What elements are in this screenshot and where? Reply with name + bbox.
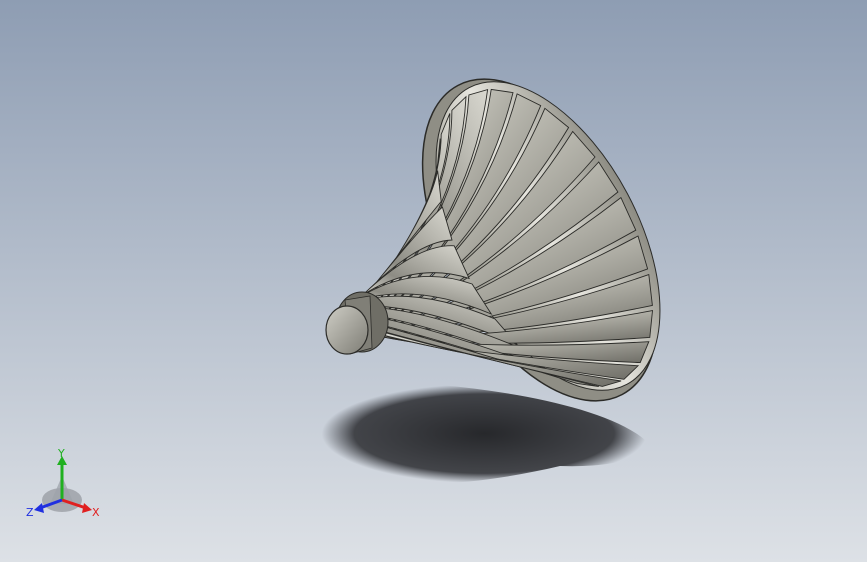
- z-axis-label: Z: [26, 506, 34, 519]
- y-axis-label: Y: [57, 448, 65, 460]
- z-axis-arrowhead: [34, 503, 44, 513]
- x-axis-label: X: [92, 506, 100, 519]
- impeller-hub: [325, 291, 389, 355]
- orientation-triad: Y X Z: [26, 448, 100, 519]
- impeller-model[interactable]: [0, 0, 867, 562]
- x-axis-arrowhead: [82, 503, 92, 513]
- graphics-viewport[interactable]: Y X Z: [0, 0, 867, 562]
